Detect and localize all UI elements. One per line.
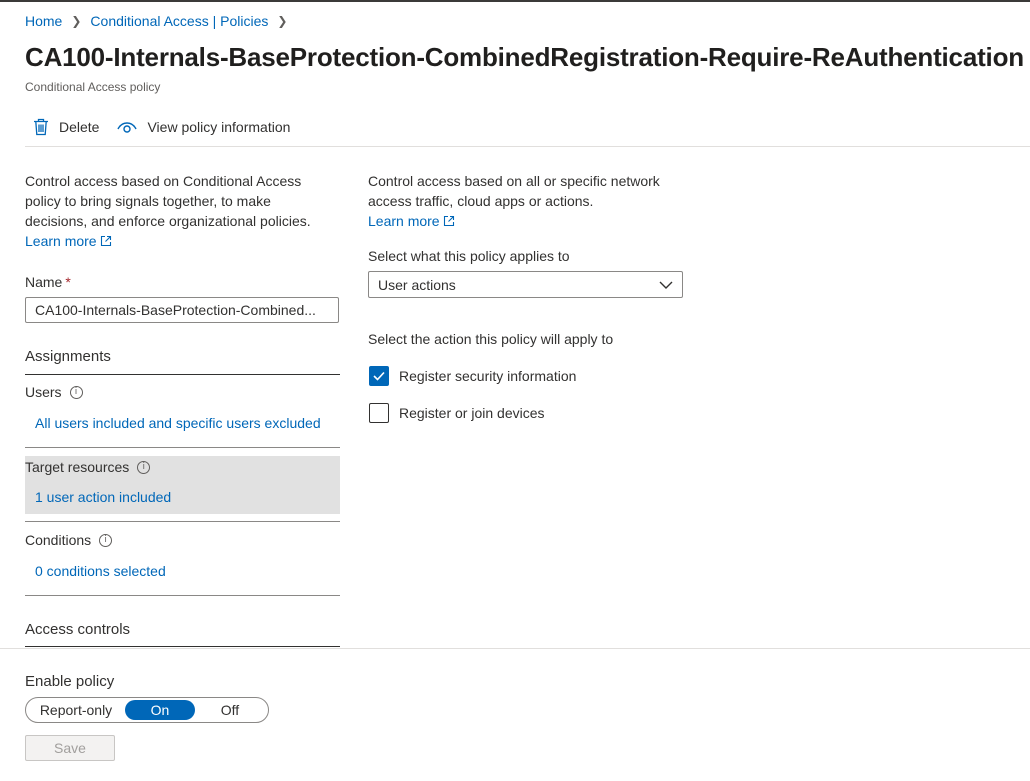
left-description: Control access based on Conditional Acce… (25, 171, 335, 251)
enable-policy-label: Enable policy (25, 673, 115, 690)
chevron-right-icon: ❯ (277, 14, 288, 28)
assignments-divider (25, 374, 340, 375)
on-option[interactable]: On (125, 700, 195, 720)
applies-to-value: User actions (378, 276, 456, 293)
toolbar: Delete View policy information (33, 116, 308, 138)
access-controls-divider (25, 646, 340, 647)
top-border (0, 0, 1030, 2)
view-policy-label: View policy information (147, 119, 291, 135)
required-marker: * (65, 274, 71, 290)
info-icon[interactable]: i (69, 385, 83, 399)
save-button[interactable]: Save (25, 735, 115, 761)
conditions-divider (25, 595, 340, 596)
eye-icon (117, 122, 138, 133)
target-resources-label: Target resources i (25, 459, 151, 475)
name-label: Name * (25, 274, 71, 290)
users-label: Users i (25, 384, 83, 400)
register-join-devices-checkbox[interactable] (369, 403, 389, 423)
external-link-icon (100, 235, 111, 247)
chevron-down-icon (659, 281, 673, 289)
users-link[interactable]: All users included and specific users ex… (35, 415, 321, 431)
breadcrumb: Home ❯ Conditional Access | Policies ❯ (25, 13, 296, 29)
policy-name-input[interactable]: CA100-Internals-BaseProtection-Combined.… (25, 297, 339, 323)
footer-divider (0, 648, 1030, 649)
info-icon[interactable]: i (99, 533, 113, 547)
delete-button[interactable]: Delete (33, 118, 99, 136)
target-divider (25, 521, 340, 522)
register-security-info-checkbox[interactable] (369, 366, 389, 386)
register-security-info-checkbox-row[interactable]: Register security information (369, 366, 576, 386)
trash-icon (34, 118, 48, 136)
users-divider (25, 447, 340, 448)
left-description-text: Control access based on Conditional Acce… (25, 173, 311, 229)
page-subtitle: Conditional Access policy (25, 80, 161, 94)
applies-to-label: Select what this policy applies to (368, 248, 570, 264)
checkmark-icon (373, 371, 385, 381)
off-option[interactable]: Off (195, 700, 265, 720)
target-resources-link[interactable]: 1 user action included (35, 489, 171, 505)
right-description-text: Control access based on all or specific … (368, 173, 660, 209)
breadcrumb-home[interactable]: Home (25, 13, 62, 29)
enable-policy-toggle: Report-only On Off (25, 697, 269, 723)
divider (25, 146, 1030, 147)
view-policy-information-button[interactable]: View policy information (117, 119, 290, 135)
conditions-link[interactable]: 0 conditions selected (35, 563, 166, 579)
conditions-label: Conditions i (25, 532, 113, 548)
right-learn-more-link[interactable]: Learn more (368, 213, 455, 229)
breadcrumb-policies[interactable]: Conditional Access | Policies (90, 13, 268, 29)
chevron-right-icon: ❯ (71, 14, 82, 28)
assignments-header: Assignments (25, 348, 111, 365)
register-join-devices-label: Register or join devices (399, 405, 545, 421)
page-title: CA100-Internals-BaseProtection-CombinedR… (25, 42, 1024, 72)
report-only-option[interactable]: Report-only (27, 700, 125, 720)
register-join-devices-checkbox-row[interactable]: Register or join devices (369, 403, 545, 423)
action-label: Select the action this policy will apply… (368, 331, 614, 347)
applies-to-dropdown[interactable]: User actions (368, 271, 683, 298)
info-icon[interactable]: i (137, 460, 151, 474)
external-link-icon (443, 215, 454, 227)
access-controls-header: Access controls (25, 621, 131, 638)
register-security-info-label: Register security information (399, 368, 577, 384)
left-learn-more-link[interactable]: Learn more (25, 233, 112, 249)
delete-label: Delete (59, 119, 100, 135)
right-description: Control access based on all or specific … (368, 171, 688, 231)
